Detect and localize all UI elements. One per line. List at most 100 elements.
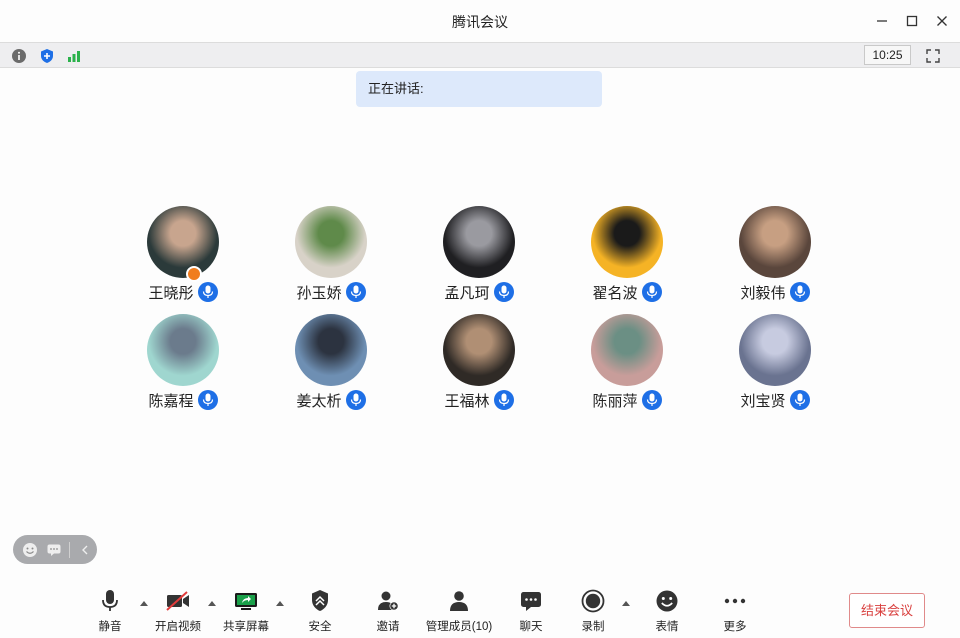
participant-name: 刘宝贤	[740, 392, 786, 410]
record-label: 录制	[581, 621, 605, 633]
shield-icon	[41, 49, 53, 63]
participant-tile[interactable]: 刘毅伟	[701, 206, 849, 306]
avatar	[443, 206, 515, 278]
participant-name-row: 王晓彤	[109, 282, 257, 302]
collapse-button[interactable]	[76, 541, 94, 559]
share-options-button[interactable]	[275, 599, 285, 607]
participant-tile[interactable]: 陈丽萍	[553, 314, 701, 414]
emoji-button[interactable]	[21, 541, 39, 559]
participant-tile[interactable]: 王福林	[405, 314, 553, 414]
status-bar: 10:25	[0, 42, 960, 68]
participant-name-row: 陈丽萍	[553, 390, 701, 410]
meeting-info-button[interactable]	[9, 46, 29, 66]
maximize-icon	[906, 15, 918, 27]
more-button[interactable]: 更多	[719, 586, 751, 638]
fullscreen-button[interactable]	[923, 46, 943, 66]
avatar	[739, 206, 811, 278]
microphone-icon	[345, 282, 366, 302]
participant-name: 翟名波	[592, 284, 638, 302]
avatar	[147, 314, 219, 386]
fullscreen-icon	[926, 49, 940, 63]
participant-name: 王晓彤	[148, 284, 194, 302]
caret-up-icon	[276, 601, 284, 606]
maximize-button[interactable]	[901, 10, 923, 32]
chat-icon	[521, 592, 541, 611]
host-badge	[186, 266, 202, 282]
participant-name-row: 陈嘉程	[109, 390, 257, 410]
close-icon	[937, 16, 947, 26]
manage-members-button[interactable]: 管理成员(10)	[424, 586, 494, 638]
divider	[69, 541, 70, 558]
microphone-icon	[641, 390, 662, 410]
security-label: 安全	[308, 621, 332, 633]
minimize-button[interactable]	[871, 10, 893, 32]
more-label: 更多	[723, 621, 747, 633]
record-options-button[interactable]	[621, 599, 631, 607]
mute-label: 静音	[98, 621, 122, 633]
avatar	[295, 206, 367, 278]
avatar	[739, 314, 811, 386]
video-options-button[interactable]	[207, 599, 217, 607]
participant-name: 刘毅伟	[740, 284, 786, 302]
microphone-icon	[345, 390, 366, 410]
participant-name-row: 孟凡珂	[405, 282, 553, 302]
participant-name-row: 翟名波	[553, 282, 701, 302]
manage-members-label: 管理成员(10)	[425, 621, 493, 633]
end-meeting-button[interactable]: 结束会议	[849, 593, 925, 628]
add-user-icon	[378, 591, 399, 611]
participant-name: 孟凡珂	[444, 284, 490, 302]
reactions-button[interactable]: 表情	[651, 586, 683, 638]
avatar	[147, 206, 219, 278]
participant-name-row: 姜太析	[257, 390, 405, 410]
participant-tile[interactable]: 姜太析	[257, 314, 405, 414]
minimize-icon	[877, 20, 887, 22]
invite-button[interactable]: 邀请	[372, 586, 404, 638]
participant-tile[interactable]: 陈嘉程	[109, 314, 257, 414]
caret-up-icon	[622, 601, 630, 606]
encryption-button[interactable]	[37, 46, 57, 66]
share-screen-button[interactable]: 共享屏幕	[220, 586, 272, 638]
record-button[interactable]: 录制	[577, 586, 609, 638]
participant-tile[interactable]: 王晓彤	[109, 206, 257, 306]
mute-button[interactable]: 静音	[94, 586, 126, 638]
participant-tile[interactable]: 孙玉娇	[257, 206, 405, 306]
microphone-icon	[102, 590, 118, 611]
participant-name: 陈嘉程	[148, 392, 194, 410]
participant-tile[interactable]: 翟名波	[553, 206, 701, 306]
more-dots-icon	[724, 598, 746, 604]
microphone-icon	[641, 282, 662, 302]
participant-name: 姜太析	[296, 392, 342, 410]
microphone-icon	[493, 282, 514, 302]
participant-name: 孙玉娇	[296, 284, 342, 302]
avatar	[591, 206, 663, 278]
chevron-left-icon	[82, 545, 88, 554]
security-button[interactable]: 安全	[304, 586, 336, 638]
close-button[interactable]	[931, 10, 953, 32]
avatar	[295, 314, 367, 386]
microphone-icon	[197, 390, 218, 410]
network-status-button[interactable]	[64, 46, 84, 66]
start-video-button[interactable]: 开启视频	[153, 586, 203, 638]
microphone-icon	[197, 282, 218, 302]
signal-bars-icon	[68, 51, 80, 62]
participant-tile[interactable]: 刘宝贤	[701, 314, 849, 414]
smiley-icon	[656, 590, 678, 612]
participant-name-row: 王福林	[405, 390, 553, 410]
participant-name: 陈丽萍	[592, 392, 638, 410]
chat-button[interactable]: 聊天	[515, 586, 547, 638]
participant-name: 王福林	[444, 392, 490, 410]
caret-up-icon	[140, 601, 148, 606]
shield-icon	[312, 590, 328, 611]
video-off-icon	[166, 591, 189, 611]
members-icon	[450, 591, 468, 611]
speaking-indicator: 正在讲话:	[356, 71, 602, 107]
info-icon	[12, 49, 26, 63]
quick-chat-button[interactable]	[45, 541, 63, 559]
audio-options-button[interactable]	[139, 599, 149, 607]
invite-label: 邀请	[376, 621, 400, 633]
microphone-icon	[789, 282, 810, 302]
caret-up-icon	[208, 601, 216, 606]
share-screen-icon	[235, 593, 257, 610]
participant-tile[interactable]: 孟凡珂	[405, 206, 553, 306]
avatar	[591, 314, 663, 386]
